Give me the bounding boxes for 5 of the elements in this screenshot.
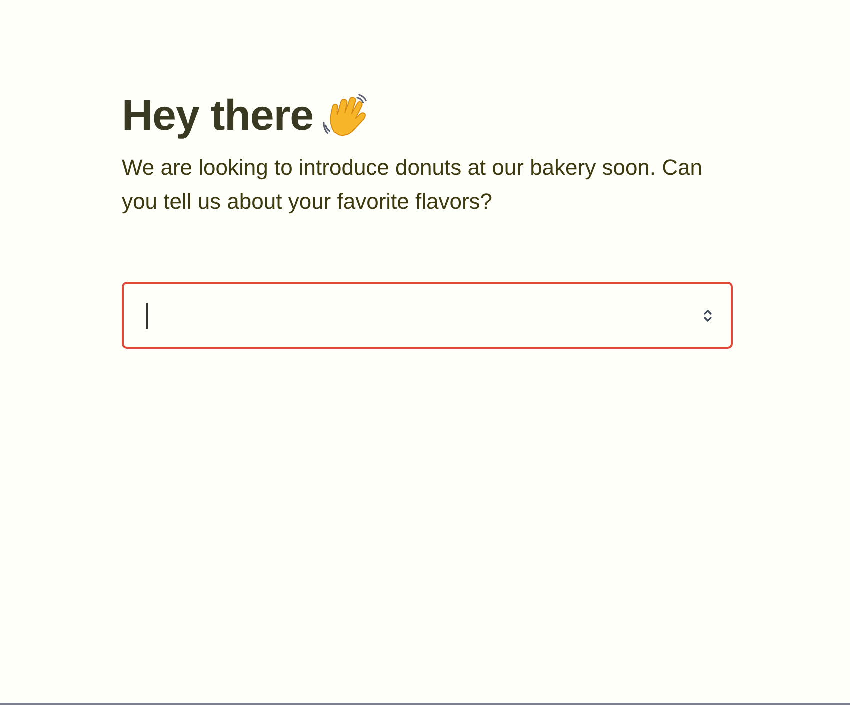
chevron-up-down-icon [703, 308, 713, 324]
heading: Hey there [122, 92, 314, 141]
text-cursor [146, 302, 148, 328]
intro-text: We are looking to introduce donuts at our bakery soon. Can you tell us about your favorite flavors? [122, 154, 704, 216]
combobox-field[interactable] [122, 282, 733, 349]
